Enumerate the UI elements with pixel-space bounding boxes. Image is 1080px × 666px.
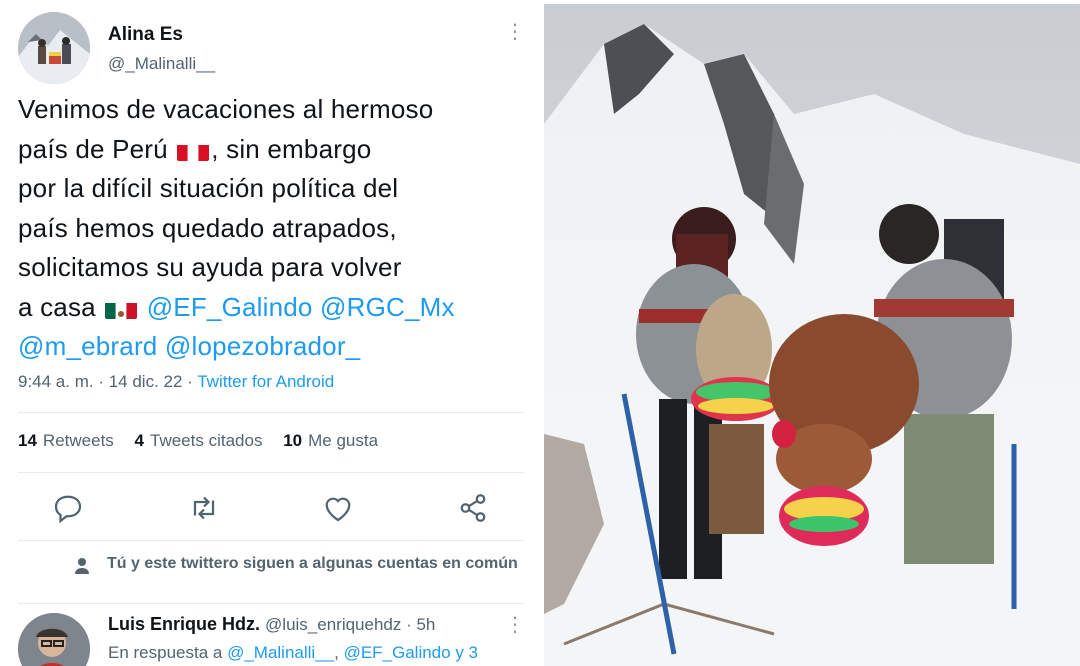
quotes-count: 4	[134, 431, 144, 450]
reply-context: En respuesta a @_Malinalli__, @EF_Galind…	[108, 643, 478, 663]
divider	[18, 540, 524, 541]
share-icon[interactable]	[455, 490, 491, 526]
tweet-text-segment: país de Perú	[18, 133, 168, 164]
reply-to-separator: ,	[334, 643, 344, 662]
tweet-text-segment: por la difícil situación política del	[18, 173, 399, 203]
retweet-icon[interactable]	[186, 490, 222, 526]
likes-stat[interactable]: 10 Me gusta	[283, 431, 378, 450]
retweets-stat[interactable]: 14 Retweets	[18, 431, 114, 450]
more-icon[interactable]: ⋮	[505, 22, 525, 42]
like-icon[interactable]	[320, 490, 356, 526]
tweet-text-line: @m_ebrard @lopezobrador_	[18, 327, 528, 367]
tweet-text-segment: solicitamos su ayuda para volver	[18, 252, 402, 282]
reply-author[interactable]: Luis Enrique Hdz. @luis_enriquehdz · 5h	[108, 614, 435, 635]
common-follows-notice: Tú y este twittero siguen a algunas cuen…	[107, 555, 518, 572]
likes-label: Me gusta	[308, 431, 379, 450]
retweets-count: 14	[18, 431, 37, 450]
tweet-text-line: por la difícil situación política del	[18, 169, 528, 209]
mention-link[interactable]: @EF_Galindo	[147, 292, 313, 322]
tweet-text-line: Venimos de vacaciones al hermoso	[18, 90, 528, 130]
tweet-text-line: país de Perú , sin embargo	[18, 130, 528, 170]
reply-to-prefix: En respuesta a	[108, 643, 228, 662]
tweet-text-segment: , sin embargo	[211, 133, 372, 164]
quotes-stat[interactable]: 4 Tweets citados	[135, 431, 263, 450]
tweet-photo[interactable]	[544, 4, 1080, 666]
tweet-text: Venimos de vacaciones al hermoso país de…	[18, 90, 528, 367]
reply-author-handle[interactable]: @luis_enriquehdz · 5h	[265, 615, 435, 634]
reply-avatar[interactable]	[18, 613, 90, 666]
author-avatar[interactable]	[18, 12, 90, 84]
mention-link[interactable]: y 3	[451, 643, 478, 662]
mention-link[interactable]: @m_ebrard	[18, 331, 157, 361]
peru-flag-icon	[177, 139, 210, 161]
more-icon[interactable]: ⋮	[505, 612, 525, 637]
mention-link[interactable]: @RGC_Mx	[320, 292, 455, 322]
tweet-panel: Alina Es @_Malinalli__ ⋮ Venimos de vaca…	[0, 0, 540, 666]
quotes-label: Tweets citados	[150, 431, 263, 450]
retweets-label: Retweets	[42, 431, 114, 450]
mention-link[interactable]: @lopezobrador_	[165, 331, 360, 361]
author-handle[interactable]: @_Malinalli__	[108, 54, 215, 74]
divider	[18, 603, 524, 604]
tweet-text-line: a casa @EF_Galindo @RGC_Mx	[18, 288, 528, 328]
tweet-text-line: solicitamos su ayuda para volver	[18, 248, 528, 288]
tweet-stats: 14 Retweets 4 Tweets citados 10 Me gusta	[18, 431, 394, 451]
tweet-text-segment: país hemos quedado atrapados,	[18, 212, 397, 243]
divider	[18, 412, 524, 413]
author-name[interactable]: Alina Es	[108, 24, 183, 46]
mention-link[interactable]: @_Malinalli__	[227, 643, 334, 662]
mention-link[interactable]: @EF_Galindo	[344, 643, 451, 662]
tweet-meta: 9:44 a. m. · 14 dic. 22 · Twitter for An…	[18, 372, 334, 392]
tweet-text-segment: Venimos de vacaciones al hermoso	[18, 94, 434, 124]
mexico-flag-icon	[105, 297, 138, 319]
tweet-text-segment: a casa	[18, 291, 96, 322]
divider	[18, 472, 524, 473]
tweet-source[interactable]: Twitter for Android	[197, 372, 334, 391]
person-icon	[74, 557, 90, 580]
likes-count: 10	[283, 431, 303, 450]
tweet-text-line: país hemos quedado atrapados,	[18, 209, 528, 249]
reply-author-name[interactable]: Luis Enrique Hdz.	[108, 614, 260, 634]
tweet-timestamp[interactable]: 9:44 a. m. · 14 dic. 22 ·	[18, 372, 197, 391]
reply-icon[interactable]	[50, 490, 86, 526]
